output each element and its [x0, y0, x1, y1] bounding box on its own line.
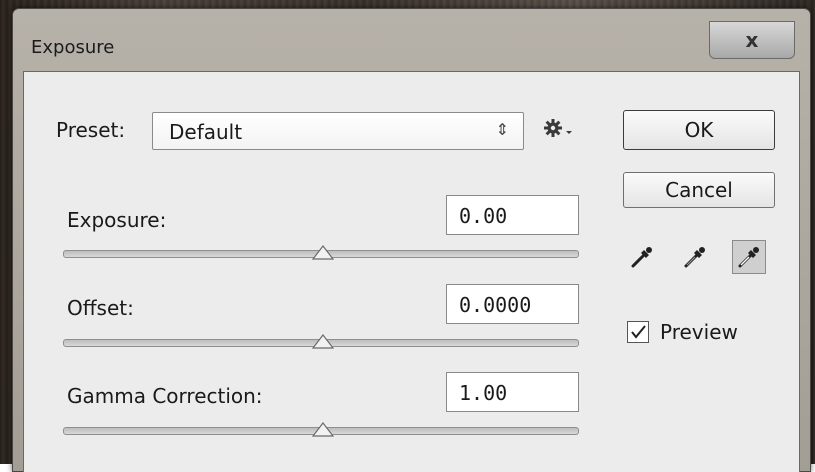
dropdown-arrows-icon: ⇕	[495, 120, 509, 139]
gear-menu-icon[interactable]	[542, 116, 576, 145]
dialog-title: Exposure	[31, 37, 115, 58]
title-bar[interactable]: Exposure x	[13, 9, 810, 71]
exposure-label: Exposure:	[67, 208, 167, 232]
gamma-correction-label: Gamma Correction:	[67, 384, 263, 408]
offset-label: Offset:	[67, 296, 134, 320]
close-icon: x	[745, 28, 759, 52]
close-button[interactable]: x	[709, 21, 795, 59]
gamma-correction-input[interactable]: 1.00	[446, 372, 579, 412]
checkmark-icon	[631, 325, 646, 339]
exposure-dialog: Exposure x Preset: Default ⇕ OK Cancel E…	[12, 8, 811, 472]
gray-point-eyedropper-icon[interactable]	[680, 242, 710, 272]
white-point-eyedropper-icon[interactable]	[732, 240, 766, 274]
offset-input[interactable]: 0.0000	[446, 284, 579, 324]
preset-value: Default	[169, 120, 243, 144]
preset-label: Preset:	[56, 118, 126, 142]
gamma-slider-thumb[interactable]	[311, 422, 335, 438]
dialog-content: Preset: Default ⇕ OK Cancel Exposure: 0.…	[23, 71, 800, 472]
preset-dropdown[interactable]: Default ⇕	[152, 112, 524, 150]
ok-button[interactable]: OK	[623, 110, 775, 150]
black-point-eyedropper-icon[interactable]	[627, 242, 657, 272]
cancel-button[interactable]: Cancel	[623, 172, 775, 208]
exposure-input[interactable]: 0.00	[446, 195, 579, 235]
exposure-slider-thumb[interactable]	[311, 245, 335, 261]
preview-checkbox[interactable]	[627, 321, 649, 343]
offset-slider-thumb[interactable]	[311, 334, 335, 350]
preview-label: Preview	[660, 320, 738, 344]
